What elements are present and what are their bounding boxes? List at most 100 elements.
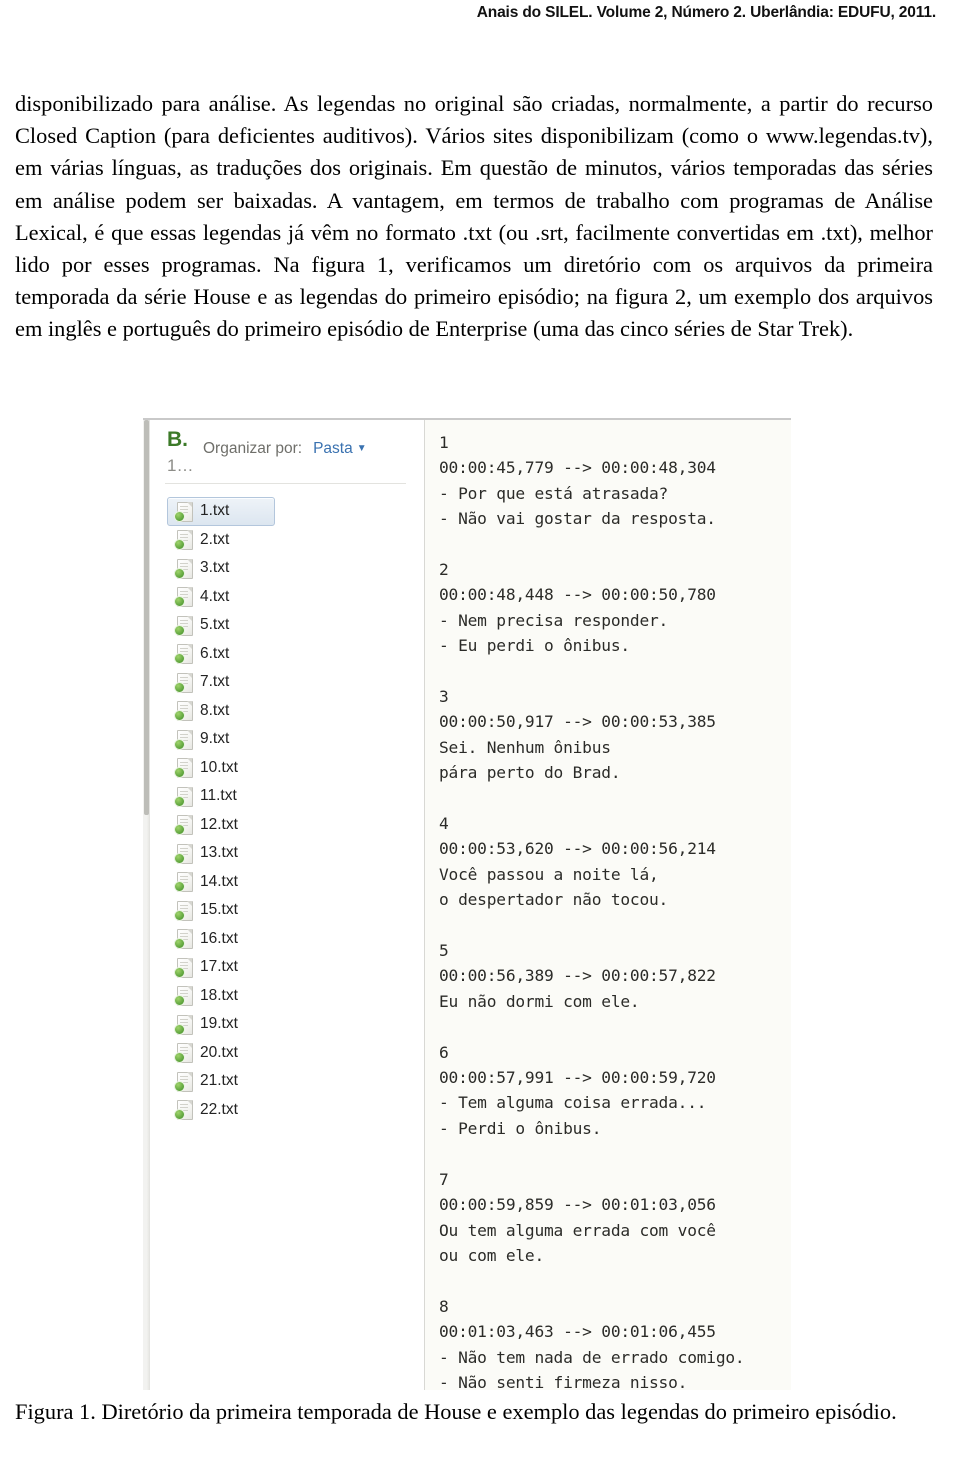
file-name-label: 11.txt (200, 787, 237, 805)
file-list-item[interactable]: 19.txt (167, 1010, 275, 1039)
figure-1: B. 1… Organizar por: Pasta ▼ 1.txt 2.txt 3.t… (143, 418, 791, 1390)
subtitle-line: pára perto do Brad. (439, 763, 621, 783)
file-explorer-pane: B. 1… Organizar por: Pasta ▼ 1.txt 2.txt 3.t… (143, 420, 425, 1390)
subtitle-line: - Não senti firmeza nisso. (439, 1372, 688, 1390)
text-file-icon (174, 558, 193, 579)
text-file-icon (174, 1014, 193, 1035)
file-list-item[interactable]: 9.txt (167, 725, 275, 754)
subtitle-index: 3 (439, 687, 449, 707)
subtitle-line: Ou tem alguma errada com você (439, 1220, 716, 1240)
subtitle-line: Eu não dormi com ele. (439, 991, 640, 1011)
sync-ok-badge-icon (174, 966, 185, 978)
file-list-item[interactable]: 16.txt (167, 925, 275, 954)
text-file-icon (174, 1099, 193, 1121)
subtitle-block: 6 00:00:57,991 --> 00:00:59,720 - Tem algu… (439, 1040, 791, 1142)
header-divider (165, 483, 406, 484)
subtitle-index: 2 (439, 560, 449, 580)
subtitle-block: 8 00:01:03,463 --> 00:01:06,455 - Não tem … (439, 1294, 791, 1390)
subtitle-index: 5 (439, 941, 449, 961)
subtitle-text-pane[interactable]: 1 00:00:45,779 --> 00:00:48,304 - Por que … (425, 420, 791, 1390)
sync-ok-badge-icon (174, 567, 185, 579)
file-list-item[interactable]: 11.txt (167, 782, 275, 811)
file-list-item[interactable]: 7.txt (167, 668, 275, 697)
subtitle-line: - Tem alguma coisa errada... (439, 1093, 707, 1113)
subtitle-line: Você passou a noite lá, (439, 864, 659, 884)
text-file-icon (174, 643, 193, 665)
text-file-icon (174, 700, 193, 722)
organize-by-value[interactable]: Pasta (313, 440, 353, 457)
body-text: disponibilizado para análise. As legenda… (15, 88, 933, 346)
subtitle-line: - Eu perdi o ônibus. (439, 636, 630, 656)
file-name-label: 1.txt (200, 502, 230, 520)
file-list-item[interactable]: 21.txt (167, 1067, 275, 1096)
subtitle-block: 5 00:00:56,389 --> 00:00:57,822 Eu não dor… (439, 938, 791, 1014)
subtitle-timing: 00:00:53,620 --> 00:00:56,214 (439, 839, 716, 859)
text-file-icon (174, 871, 193, 893)
chevron-down-icon[interactable]: ▼ (357, 443, 367, 454)
file-name-label: 18.txt (200, 986, 238, 1004)
subtitle-index: 4 (439, 814, 449, 834)
file-list-item[interactable]: 12.txt (167, 811, 275, 840)
subtitle-line: - Nem precisa responder. (439, 610, 669, 630)
organize-by-label: Organizar por: (203, 440, 303, 457)
file-list-item[interactable]: 6.txt (167, 640, 275, 669)
body-paragraph: disponibilizado para análise. As legenda… (15, 91, 933, 342)
file-list-item[interactable]: 20.txt (167, 1039, 275, 1068)
file-name-label: 14.txt (200, 872, 238, 890)
sync-ok-badge-icon (174, 624, 185, 636)
text-file-icon (174, 501, 193, 522)
text-file-icon (174, 757, 193, 779)
file-name-label: 12.txt (200, 815, 238, 833)
file-list-item[interactable]: 4.txt (167, 583, 275, 612)
sync-ok-badge-icon (174, 681, 185, 693)
breadcrumb-sub: 1… (167, 456, 194, 475)
subtitle-content: 1 00:00:45,779 --> 00:00:48,304 - Por que … (439, 430, 791, 1390)
text-file-icon (174, 672, 193, 693)
file-list-item[interactable]: 14.txt (167, 868, 275, 897)
subtitle-line: - Perdi o ônibus. (439, 1118, 602, 1138)
text-file-icon (174, 1071, 193, 1092)
subtitle-line: o despertador não tocou. (439, 890, 669, 910)
subtitle-index: 7 (439, 1169, 449, 1189)
file-name-label: 2.txt (200, 530, 230, 548)
subtitle-line: - Por que está atrasada? (439, 483, 669, 503)
subtitle-index: 1 (439, 433, 449, 452)
subtitle-line: - Não vai gostar da resposta. (439, 509, 716, 529)
screenshot-frame: B. 1… Organizar por: Pasta ▼ 1.txt 2.txt 3.t… (143, 418, 791, 1390)
file-name-label: 21.txt (200, 1072, 238, 1090)
subtitle-timing: 00:01:03,463 --> 00:01:06,455 (439, 1322, 716, 1342)
file-name-label: 17.txt (200, 958, 238, 976)
sync-ok-badge-icon (174, 852, 185, 864)
organize-by-control[interactable]: Organizar por: Pasta ▼ (203, 440, 367, 458)
file-list-item[interactable]: 18.txt (167, 982, 275, 1011)
subtitle-timing: 00:00:48,448 --> 00:00:50,780 (439, 585, 716, 605)
subtitle-timing: 00:00:56,389 --> 00:00:57,822 (439, 966, 716, 986)
text-file-icon (174, 957, 193, 978)
file-list-item[interactable]: 13.txt (167, 839, 275, 868)
file-name-label: 5.txt (200, 616, 230, 634)
sync-ok-badge-icon (174, 510, 185, 522)
sync-ok-badge-icon (174, 1023, 185, 1035)
file-list-item[interactable]: 3.txt (167, 554, 275, 583)
file-list: 1.txt 2.txt 3.txt 4.txt 5.txt 6.txt 7.txt 8.txt… (143, 486, 424, 1390)
sync-ok-badge-icon (174, 909, 185, 921)
text-file-icon (174, 985, 193, 1007)
file-list-item[interactable]: 2.txt (167, 526, 275, 555)
file-list-item[interactable]: 8.txt (167, 697, 275, 726)
file-list-item[interactable]: 15.txt (167, 896, 275, 925)
subtitle-block: 3 00:00:50,917 --> 00:00:53,385 Sei. Nenhu… (439, 684, 791, 786)
file-list-item[interactable]: 5.txt (167, 611, 275, 640)
subtitle-block: 1 00:00:45,779 --> 00:00:48,304 - Por que … (439, 430, 791, 532)
subtitle-timing: 00:00:45,779 --> 00:00:48,304 (439, 458, 716, 478)
text-file-icon (174, 928, 193, 950)
subtitle-block: 7 00:00:59,859 --> 00:01:03,056 Ou tem alg… (439, 1167, 791, 1269)
file-list-item[interactable]: 10.txt (167, 754, 275, 783)
file-list-item[interactable]: 1.txt (167, 497, 275, 526)
file-name-label: 13.txt (200, 844, 238, 862)
file-list-item[interactable]: 17.txt (167, 953, 275, 982)
subtitle-timing: 00:00:57,991 --> 00:00:59,720 (439, 1068, 716, 1088)
explorer-header: B. 1… Organizar por: Pasta ▼ (143, 420, 424, 484)
text-file-icon (174, 729, 193, 750)
file-name-label: 20.txt (200, 1043, 238, 1061)
file-list-item[interactable]: 22.txt (167, 1096, 275, 1125)
